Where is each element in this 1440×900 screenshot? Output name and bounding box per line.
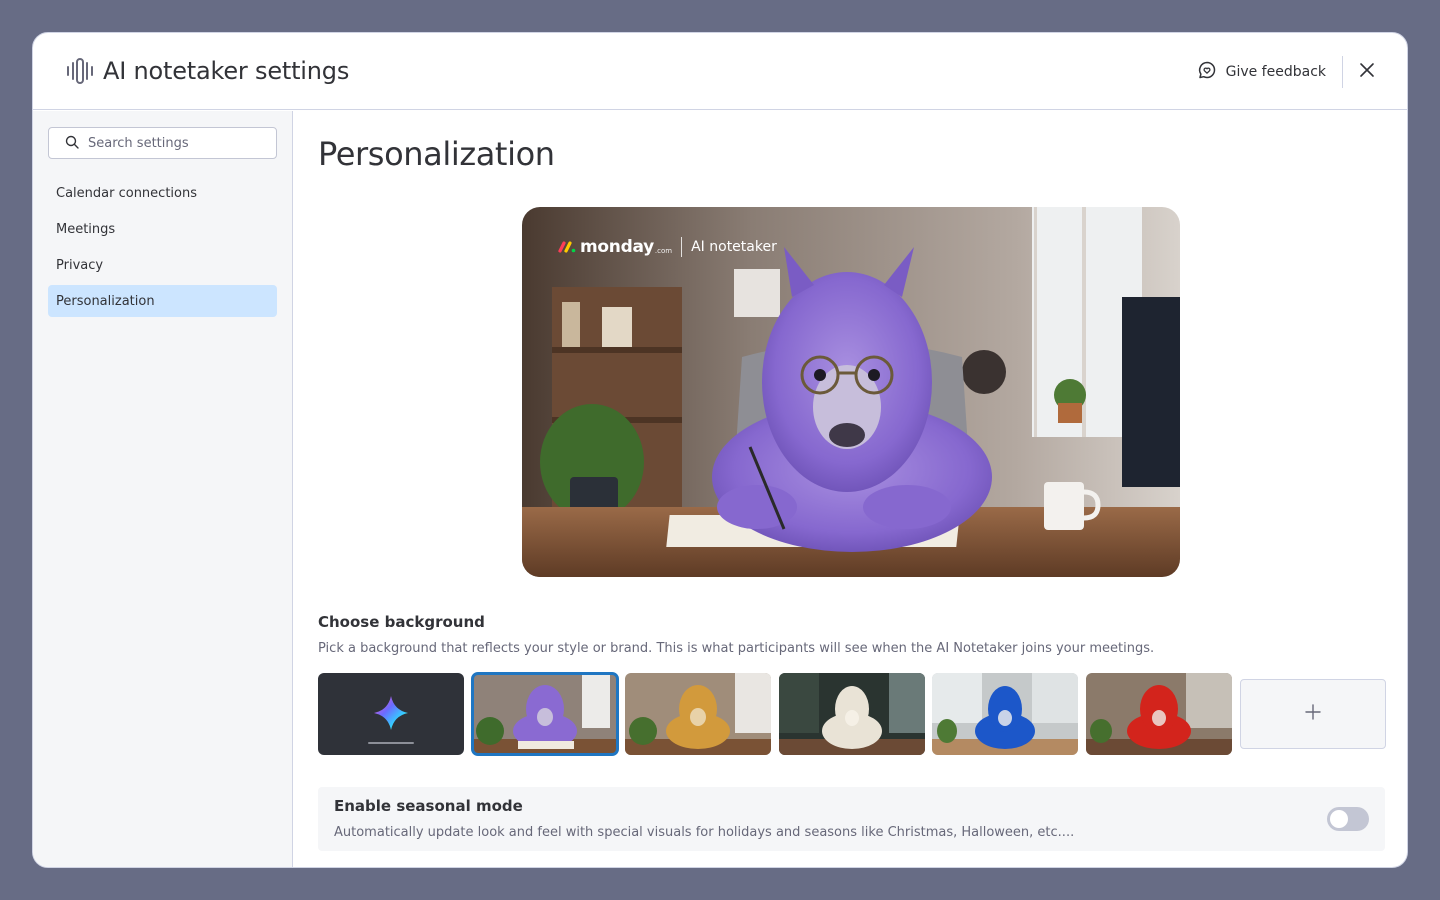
plus-icon [1304, 704, 1321, 724]
sidebar-item-meetings[interactable]: Meetings [48, 213, 277, 245]
sidebar-nav: Calendar connections Meetings Privacy Pe… [48, 177, 277, 317]
add-background-button[interactable] [1239, 679, 1386, 749]
settings-modal: AI notetaker settings Give feedback Sear… [32, 32, 1408, 868]
preview-brand-suffix: .com [654, 246, 673, 255]
give-feedback-label: Give feedback [1225, 63, 1326, 80]
preview-product-name: AI notetaker [691, 239, 777, 255]
background-options [318, 672, 1386, 756]
seasonal-mode-title: Enable seasonal mode [334, 797, 523, 815]
sidebar-item-calendar-connections[interactable]: Calendar connections [48, 177, 277, 209]
header-divider [1342, 55, 1343, 88]
preview-image [522, 207, 1180, 577]
background-option-purple-llama[interactable] [470, 672, 619, 756]
sidebar-item-privacy[interactable]: Privacy [48, 249, 277, 281]
close-button[interactable] [1353, 58, 1381, 86]
monday-logo-icon [558, 241, 576, 253]
modal-header: AI notetaker settings Give feedback [33, 33, 1407, 110]
seasonal-mode-description: Automatically update look and feel with … [334, 825, 1075, 840]
choose-background-title: Choose background [318, 613, 485, 631]
audio-waveform-icon [65, 56, 95, 86]
give-feedback-button[interactable]: Give feedback [1189, 54, 1340, 90]
preview-brand-divider [681, 237, 683, 257]
background-option-white-llama[interactable] [778, 673, 925, 755]
background-option-golden-llama[interactable] [625, 673, 772, 755]
preview-brand-overlay: monday .com AI notetaker [558, 237, 777, 257]
settings-content: Personalization monday .com AI notetaker… [294, 111, 1407, 867]
toggle-knob [1330, 810, 1348, 828]
seasonal-mode-setting: Enable seasonal mode Automatically updat… [318, 787, 1385, 851]
modal-title: AI notetaker settings [103, 57, 350, 85]
preview-brand-name: monday [580, 237, 654, 257]
seasonal-mode-toggle[interactable] [1327, 807, 1369, 831]
settings-sidebar: Calendar connections Meetings Privacy Pe… [33, 111, 293, 867]
header-actions: Give feedback [1189, 33, 1381, 110]
background-option-blue-llama[interactable] [932, 673, 1079, 755]
search-input[interactable] [88, 135, 268, 151]
feedback-chat-icon [1197, 60, 1226, 84]
search-box[interactable] [48, 127, 277, 159]
close-icon [1359, 62, 1375, 82]
search-icon [65, 134, 79, 153]
background-option-red-llama[interactable] [1085, 673, 1232, 755]
background-option-sparkle[interactable] [318, 673, 464, 755]
page-title: Personalization [318, 135, 555, 173]
background-preview: monday .com AI notetaker [522, 207, 1180, 577]
choose-background-description: Pick a background that reflects your sty… [318, 641, 1155, 656]
sidebar-item-personalization[interactable]: Personalization [48, 285, 277, 317]
